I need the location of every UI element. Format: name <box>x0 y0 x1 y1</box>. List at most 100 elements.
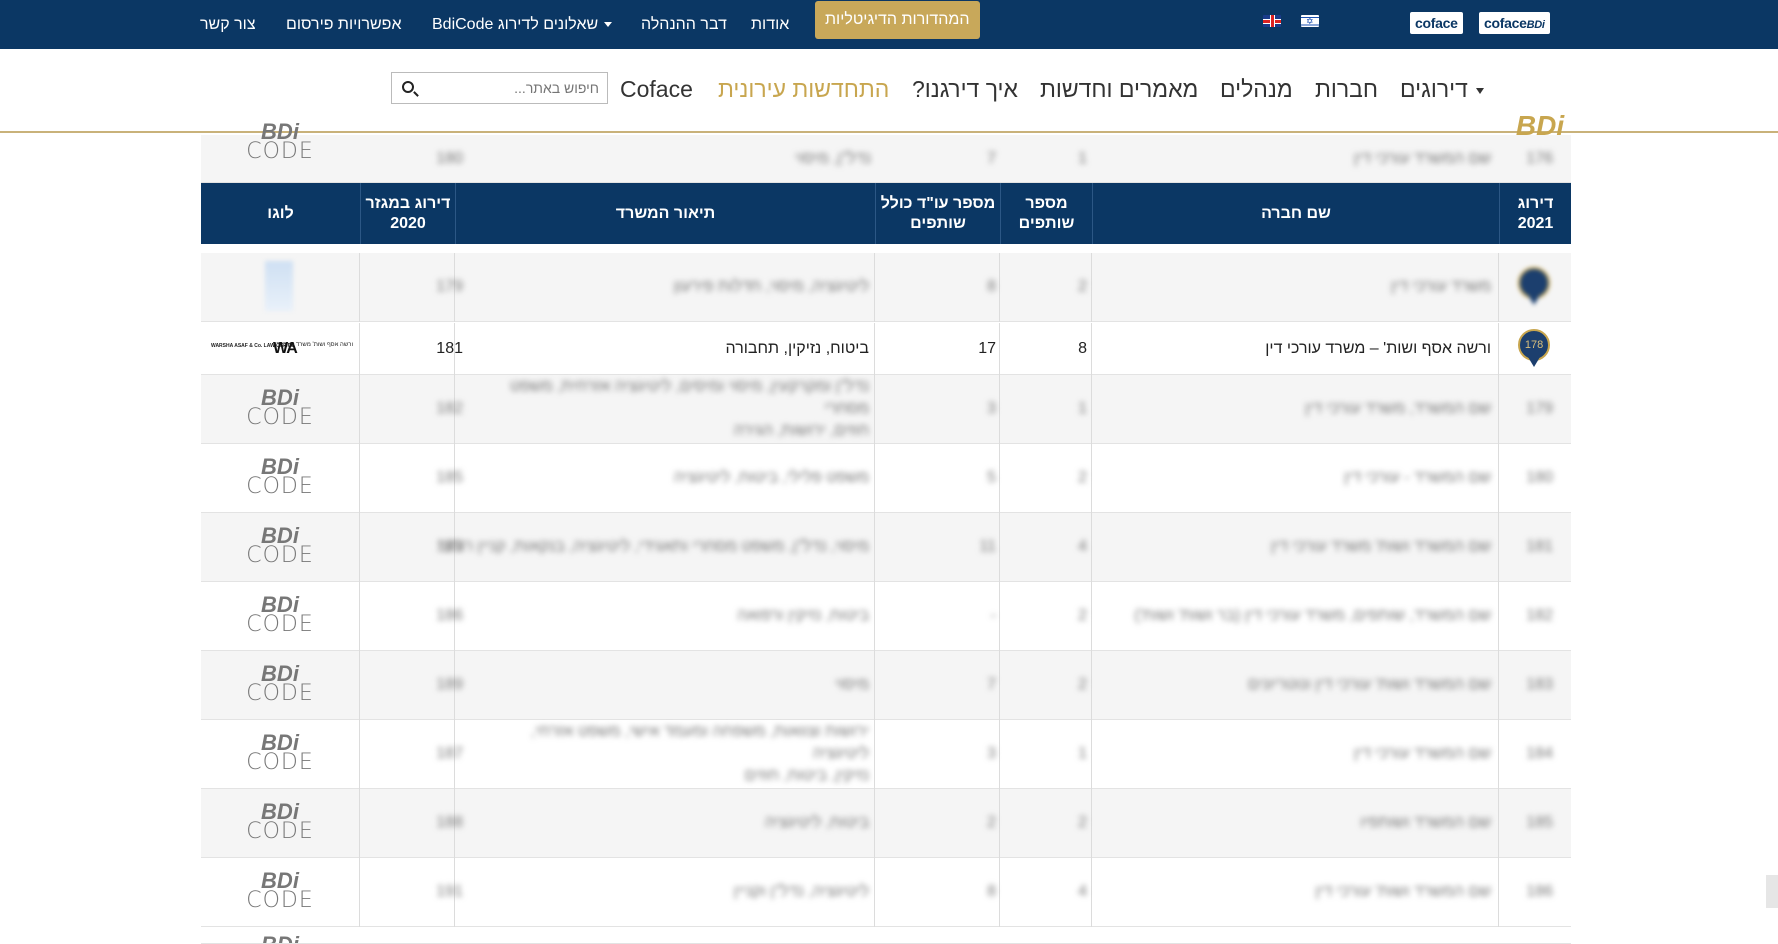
company-cell[interactable]: שם המשרד, שותפים, משרד עורכי דין (בר ושו… <box>1134 607 1491 625</box>
column-divider <box>874 720 875 789</box>
rank-badge-tip <box>1528 295 1540 305</box>
table-row[interactable]: 185 שם המשרד ושותפיו 2 2 ביטוח, ליטיגציה 188 B… <box>201 789 1571 858</box>
table-row[interactable]: 183 שם המשרד ושות' עורכי דין ונוטריונים 2 7… <box>201 651 1571 720</box>
coface-badge[interactable]: coface <box>1410 12 1463 34</box>
search-input[interactable] <box>427 73 607 103</box>
column-divider <box>1091 789 1092 858</box>
lawyers-cell: 5 <box>987 469 996 486</box>
rank-cell: 183 <box>1526 676 1553 693</box>
header-sector-rank[interactable]: דירוג במגזר 2020 <box>360 183 455 244</box>
lawyers-cell: - <box>990 607 996 624</box>
column-divider <box>1498 720 1499 789</box>
coface-bdi-badge[interactable]: cofaceBDi <box>1479 12 1550 34</box>
company-cell[interactable]: שם המשרד ושות' עורכי דין <box>1315 883 1491 901</box>
column-divider <box>359 582 360 651</box>
partners-cell: 2 <box>1078 607 1087 624</box>
description-cell: משפט פלילי, ביטוח, ליטיגציה <box>673 469 869 486</box>
column-divider <box>999 720 1000 789</box>
about-link[interactable]: אודות <box>751 0 789 49</box>
nav-coface[interactable]: Coface <box>620 71 693 107</box>
column-divider <box>874 789 875 858</box>
chevron-down-icon <box>1475 87 1484 94</box>
column-divider <box>1498 444 1499 513</box>
company-cell[interactable]: שם המשרד - עורכי דין <box>1344 469 1491 487</box>
table-row[interactable]: 179 שם המשרד, משרד עורכי דין 1 3 נדל"ן ומקרק… <box>201 375 1571 444</box>
column-divider <box>1091 323 1092 375</box>
sector-rank-cell: 191 <box>436 883 463 900</box>
company-cell[interactable]: שם המשרד ושות' משרד עורכי דין <box>1271 538 1491 556</box>
scrollbar-thumb[interactable] <box>1766 875 1778 908</box>
column-divider <box>1498 858 1499 927</box>
coface-bdi-badge-suffix: BDi <box>1526 19 1545 31</box>
column-divider <box>1091 858 1092 927</box>
nav-how-rated[interactable]: איך דירגנו? <box>912 71 1018 107</box>
nav-urban-renewal[interactable]: התחדשות עירונית <box>718 71 889 107</box>
partners-cell: 2 <box>1078 278 1087 295</box>
nav-ratings-label: דירוגים <box>1400 76 1468 102</box>
column-divider <box>359 651 360 720</box>
questionnaires-menu[interactable]: שאלונים לדירוג BdiCode <box>432 0 613 49</box>
header-lawyers[interactable]: מספר עו"ד כולל שותפים <box>875 183 1000 244</box>
partners-cell: 8 <box>1078 339 1087 357</box>
column-divider <box>359 720 360 789</box>
description-cell: ביטוח, נזיקין ורפואה <box>737 607 869 624</box>
bdi-code-logo-placeholder: BDi CODE <box>245 732 315 774</box>
company-cell[interactable]: שם המשרד עורכי דין <box>1354 745 1491 763</box>
company-logo[interactable]: WARSHA ASAF & Co. LAW OFFICE WA ורשה אסף ו… <box>211 340 353 358</box>
management-link[interactable]: דבר ההנהלה <box>641 0 727 49</box>
table-row[interactable]: 177משרד עורכי דין28ליטיגציה, מיסוי, חדלו… <box>201 253 1571 322</box>
sector-rank-cell: 188 <box>436 814 463 831</box>
hebrew-flag-icon[interactable] <box>1301 15 1319 27</box>
description-line: ירושות וצוואות, משפחה ומעמד אישי, משפט א… <box>530 723 869 762</box>
nav-managers[interactable]: מנהלים <box>1220 71 1293 107</box>
english-flag-icon[interactable] <box>1263 15 1281 27</box>
table-row[interactable]: 181 שם המשרד ושות' משרד עורכי דין 4 11 מיסוי… <box>201 513 1571 582</box>
nav-ratings[interactable]: דירוגים <box>1400 71 1484 107</box>
company-cell[interactable]: שם המשרד, משרד עורכי דין <box>1305 400 1491 418</box>
column-divider <box>999 323 1000 375</box>
logo-line-2: CODE <box>246 543 314 568</box>
questionnaires-label: שאלונים לדירוג BdiCode <box>432 16 599 33</box>
partners-cell: 2 <box>1078 814 1087 831</box>
table-row[interactable]: 186 שם המשרד ושות' עורכי דין 4 8 ליטיגציה, נ… <box>201 858 1571 927</box>
table-row[interactable]: 180 שם המשרד - עורכי דין 2 5 משפט פלילי, ביט… <box>201 444 1571 513</box>
table-row[interactable]: 184 שם המשרד עורכי דין 1 3 ירושות וצוואות, מ… <box>201 720 1571 789</box>
advertising-link[interactable]: אפשרויות פירסום <box>286 0 401 49</box>
sector-rank-cell: 182 <box>436 400 463 417</box>
column-divider <box>1091 375 1092 444</box>
company-cell[interactable]: שם המשרד ושותפיו <box>1360 814 1491 832</box>
bdi-code-logo-placeholder: BDi CODE <box>245 525 315 567</box>
search-icon[interactable] <box>402 81 414 93</box>
table-row[interactable]: 182 שם המשרד, שותפים, משרד עורכי דין (בר … <box>201 582 1571 651</box>
logo-line-2: CODE <box>246 819 314 844</box>
contact-link[interactable]: צור קשר <box>200 0 256 49</box>
lawyers-cell: 2 <box>987 814 996 831</box>
company-cell[interactable]: משרד עורכי דין <box>1391 278 1491 296</box>
table-row[interactable]: 178 ורשה אסף ושות' – משרד עורכי דין 8 17 ביט… <box>201 323 1571 375</box>
column-divider <box>1091 582 1092 651</box>
company-cell[interactable]: ורשה אסף ושות' – משרד עורכי דין <box>1265 340 1491 358</box>
column-divider <box>1498 651 1499 720</box>
column-divider <box>359 513 360 582</box>
rank-cell: 185 <box>1526 814 1553 831</box>
column-divider <box>999 858 1000 927</box>
description-cell: מיסוי <box>835 676 869 693</box>
sector-rank-cell: 180 <box>436 149 463 167</box>
rank-cell: 176 <box>1526 149 1553 167</box>
top-bar: צור קשר אפשרויות פירסום שאלונים לדירוג B… <box>0 0 1778 49</box>
column-divider <box>1498 323 1499 375</box>
table-header: דירוג 2021 שם חברה מספר שותפים מספר עו"ד… <box>201 183 1571 244</box>
rank-cell: 181 <box>1526 538 1553 555</box>
coface-badge-label: coface <box>1415 15 1458 31</box>
header-description[interactable]: תיאור המשרד <box>455 183 875 244</box>
company-cell[interactable]: שם המשרד ושות' עורכי דין ונוטריונים <box>1248 676 1491 694</box>
nav-companies[interactable]: חברות <box>1315 71 1378 107</box>
header-rank[interactable]: דירוג 2021 <box>1499 183 1571 244</box>
digital-editions-button[interactable]: המהדורות הדיגיטליות <box>815 1 980 39</box>
header-partners[interactable]: מספר שותפים <box>1000 183 1092 244</box>
nav-articles[interactable]: מאמרים וחדשות <box>1040 71 1198 107</box>
lawyers-cell: 7 <box>987 149 996 167</box>
column-divider <box>1091 720 1092 789</box>
chevron-down-icon <box>604 22 613 28</box>
header-company[interactable]: שם חברה <box>1092 183 1499 244</box>
